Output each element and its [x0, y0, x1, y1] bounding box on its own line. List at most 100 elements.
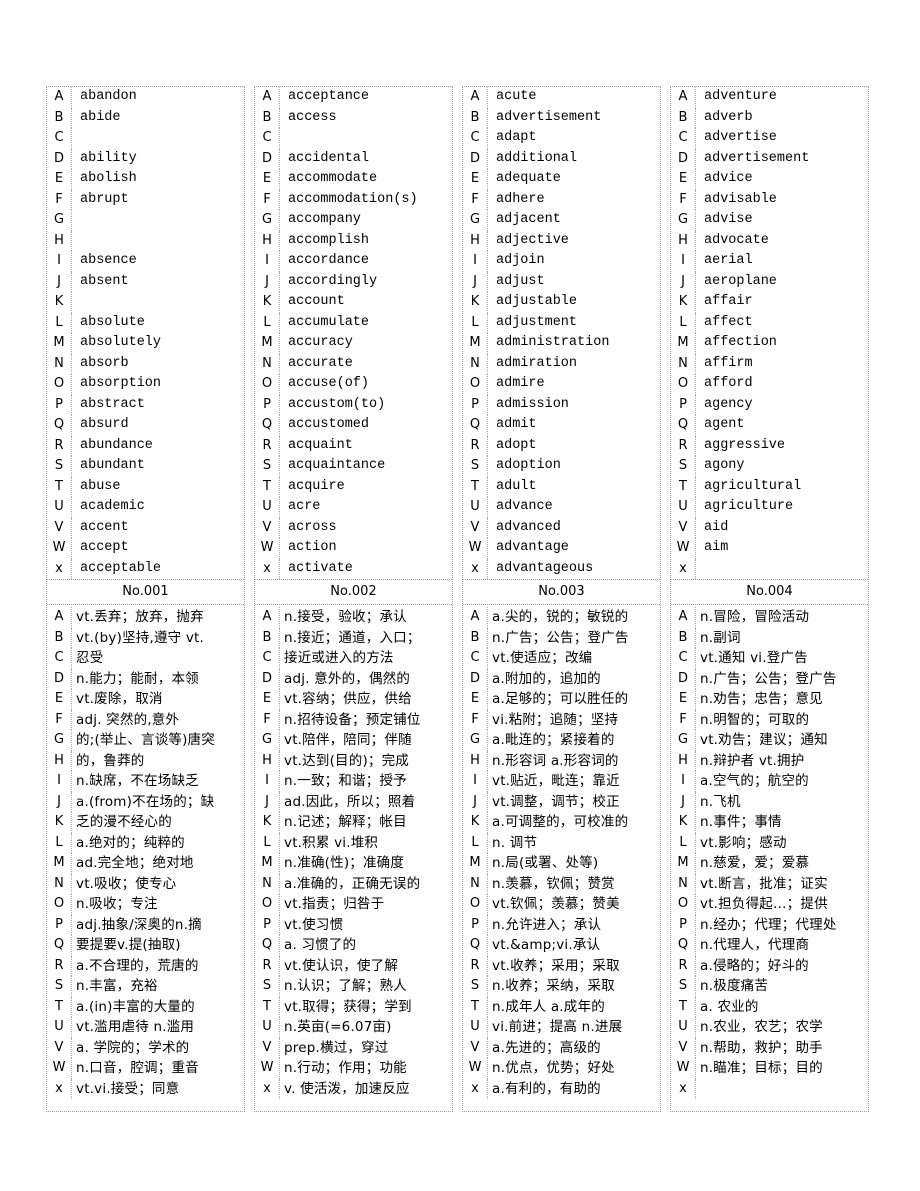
row-letter: L — [47, 832, 72, 853]
list-item: Jvt.调整，调节；校正 — [463, 791, 660, 812]
list-item: Padmission — [463, 394, 660, 415]
word: adapt — [496, 130, 537, 145]
row-letter: W — [255, 538, 280, 559]
row-letter: F — [463, 189, 488, 210]
list-item: Badvertisement — [463, 107, 660, 128]
list-item: Kadjustable — [463, 292, 660, 313]
row-letter: T — [463, 996, 488, 1017]
list-item: Ra.不合理的，荒唐的 — [47, 955, 244, 976]
word: activate — [288, 560, 353, 576]
row-letter: D — [671, 148, 696, 169]
list-item: Naffirm — [671, 353, 868, 374]
meaning: vt.废除，取消 — [76, 691, 163, 707]
row-letter: P — [671, 394, 696, 415]
list-item: Da.附加的，追加的 — [463, 668, 660, 689]
list-item: Sn.丰富，充裕 — [47, 976, 244, 997]
word: accept — [80, 540, 129, 555]
list-item: Eadequate — [463, 169, 660, 190]
row-letter: S — [255, 456, 280, 477]
row-letter: O — [463, 374, 488, 395]
row-letter: A — [47, 607, 72, 628]
word: affection — [704, 335, 777, 350]
list-item: Kn.记述；解释；帐目 — [255, 812, 452, 833]
row-letter: F — [47, 709, 72, 730]
row-letter: A — [255, 607, 280, 628]
word: absurd — [80, 417, 129, 432]
list-item: H 的，鲁莽的 — [47, 750, 244, 771]
meaning: n.优点，优势；好处 — [492, 1060, 615, 1076]
word — [72, 128, 244, 149]
list-item: Padj.抽象/深奥的n.摘 — [47, 914, 244, 935]
meaning: n.英亩(=6.07亩) — [284, 1019, 392, 1035]
row-letter: U — [255, 497, 280, 518]
list-item: Na.准确的，正确无误的 — [255, 873, 452, 894]
list-item: Vaccent — [47, 517, 244, 538]
row-letter: L — [463, 832, 488, 853]
row-letter: O — [255, 894, 280, 915]
list-item: Waction — [255, 538, 452, 559]
list-item: Gvt.陪伴，陪同；伴随 — [255, 730, 452, 751]
word: accidental — [288, 150, 370, 166]
list-item: Hvt.达到(目的)；完成 — [255, 750, 452, 771]
meaning: 接近或进入的方法 — [284, 650, 394, 666]
row-letter: U — [671, 1017, 696, 1038]
word: adjoin — [496, 253, 545, 268]
list-item: Fadvisable — [671, 189, 868, 210]
row-letter: D — [255, 148, 280, 169]
meaning: n.农业，农艺；农学 — [700, 1019, 823, 1035]
row-letter: M — [255, 333, 280, 354]
list-item: An.接受，验收；承认 — [255, 607, 452, 628]
meaning: n.认识；了解；熟人 — [284, 978, 407, 994]
meaning: vi.粘附；追随；坚持 — [492, 711, 619, 728]
word: advanced — [496, 519, 561, 535]
row-letter: T — [463, 476, 488, 497]
meaning: vt.容纳；供应，供给 — [284, 691, 412, 707]
meaning: n.代理人，代理商 — [700, 937, 810, 953]
row-letter: Q — [47, 935, 72, 956]
list-item: Qn.代理人，代理商 — [671, 935, 868, 956]
list-item: Eabolish — [47, 169, 244, 190]
row-letter: D — [463, 668, 488, 689]
list-item: Evt.废除，取消 — [47, 689, 244, 710]
list-item: Eadvice — [671, 169, 868, 190]
meaning: n.收养；采纳，采取 — [492, 978, 615, 994]
list-item: Pvt.使习惯 — [255, 914, 452, 935]
meaning: n.明智的；可取的 — [700, 711, 810, 728]
list-item: Pn.允许进入；承认 — [463, 914, 660, 935]
list-item: Fn.明智的；可取的 — [671, 709, 868, 730]
meaning: n.招待设备；预定铺位 — [284, 711, 421, 728]
list-item: Ia.空气的；航空的 — [671, 771, 868, 792]
word: advertisement — [496, 109, 602, 125]
meaning: vt.吸收；使专心 — [76, 875, 177, 892]
word: account — [288, 294, 345, 309]
row-letter: J — [255, 791, 280, 812]
row-letter: L — [47, 312, 72, 333]
list-item: Ja.(from)不在场的；缺 — [47, 791, 244, 812]
row-letter: E — [671, 169, 696, 190]
list-item: Lvt.积累 vi.堆积 — [255, 832, 452, 853]
row-letter: L — [671, 832, 696, 853]
list-item: Q 要提要v.提(抽取) — [47, 935, 244, 956]
list-item: Ta.(in)丰富的大量的 — [47, 996, 244, 1017]
list-item: Bn.副词 — [671, 627, 868, 648]
meaning: a.有利的，有助的 — [492, 1080, 601, 1097]
word: adjustable — [496, 294, 578, 309]
list-item: Qvt.&amp;vi.承认 — [463, 935, 660, 956]
meaning: n.帮助，救护；助手 — [700, 1039, 823, 1056]
meaning: n.局(或署、处等) — [492, 855, 599, 871]
list-item: x acceptable — [47, 558, 244, 579]
list-item: Nvt.断言，批准；证实 — [671, 873, 868, 894]
word: advocate — [704, 232, 769, 248]
row-letter: B — [671, 627, 696, 648]
list-item: Laccumulate — [255, 312, 452, 333]
list-item: Ovt.担负得起…；提供 — [671, 894, 868, 915]
list-item: Cadapt — [463, 128, 660, 149]
list-item: Gadvise — [671, 210, 868, 231]
meaning: 乏的漫不经心的 — [76, 814, 172, 830]
list-item: Wn.口音，腔调；重音 — [47, 1058, 244, 1079]
row-letter: A — [255, 87, 280, 108]
meaning: vt.劝告；建议；通知 — [700, 732, 828, 748]
row-letter: Q — [671, 935, 696, 956]
word: adverb — [704, 109, 753, 125]
word: accommodation(s) — [288, 191, 418, 207]
